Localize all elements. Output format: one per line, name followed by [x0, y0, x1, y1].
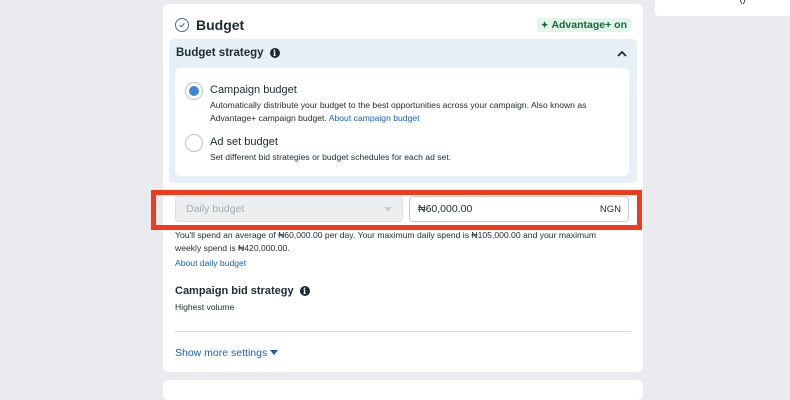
- budget-type-select[interactable]: Daily budget: [175, 196, 403, 222]
- show-more-label: Show more settings: [175, 347, 268, 359]
- side-panel-card: (): [655, 0, 790, 16]
- budget-type-value: Daily budget: [186, 203, 245, 215]
- caret-down-icon: [384, 207, 392, 212]
- bid-strategy-value: Highest volume: [175, 302, 235, 312]
- about-daily-budget-link[interactable]: About daily budget: [175, 258, 246, 268]
- campaign-budget-label: Campaign budget: [210, 84, 297, 96]
- chevron-up-icon[interactable]: [616, 49, 628, 59]
- bid-strategy-title: Campaign bid strategy i: [175, 285, 310, 297]
- ad-set-budget-label: Ad set budget: [210, 136, 278, 148]
- side-panel-fragment: (): [739, 0, 746, 5]
- advantage-badge-label: Advantage+ on: [551, 19, 627, 31]
- divider: [175, 331, 631, 332]
- budget-header: Budget: [175, 16, 244, 34]
- budget-title: Budget: [196, 17, 245, 33]
- budget-amount-input[interactable]: ₦60,000.00 NGN: [409, 196, 629, 222]
- about-campaign-budget-link[interactable]: About campaign budget: [329, 113, 420, 123]
- budget-strategy-options: Campaign budget Automatically distribute…: [175, 68, 629, 176]
- ad-set-budget-radio[interactable]: [185, 134, 203, 152]
- budget-strategy-label: Budget strategy: [176, 47, 264, 59]
- spend-note: You'll spend an average of ₦60,000.00 pe…: [175, 230, 597, 253]
- advantage-badge: ✦ Advantage+ on: [536, 18, 631, 32]
- option-campaign-budget[interactable]: Campaign budget Automatically distribute…: [185, 82, 610, 125]
- sparkle-icon: ✦: [540, 19, 549, 30]
- budget-strategy-section: Budget strategy i Campaign budget Automa…: [169, 39, 637, 183]
- campaign-budget-description: Automatically distribute your budget to …: [210, 99, 610, 125]
- next-card: [163, 380, 643, 400]
- campaign-budget-radio[interactable]: [185, 82, 203, 100]
- info-icon[interactable]: i: [299, 286, 310, 296]
- budget-input-row: Daily budget ₦60,000.00 NGN: [175, 196, 629, 222]
- show-more-settings-button[interactable]: Show more settings: [175, 347, 279, 359]
- budget-card: Budget ✦ Advantage+ on Budget strategy i…: [163, 4, 643, 372]
- bid-strategy-label: Campaign bid strategy: [175, 285, 294, 297]
- currency-code: NGN: [599, 204, 621, 215]
- check-circle-icon: [175, 18, 189, 32]
- caret-down-icon: [270, 350, 279, 355]
- info-icon[interactable]: i: [269, 48, 280, 58]
- option-ad-set-budget[interactable]: Ad set budget Set different bid strategi…: [185, 134, 610, 164]
- ad-set-budget-description: Set different bid strategies or budget s…: [210, 152, 452, 162]
- budget-amount-value: ₦60,000.00: [418, 203, 473, 215]
- budget-strategy-title: Budget strategy i: [176, 47, 280, 59]
